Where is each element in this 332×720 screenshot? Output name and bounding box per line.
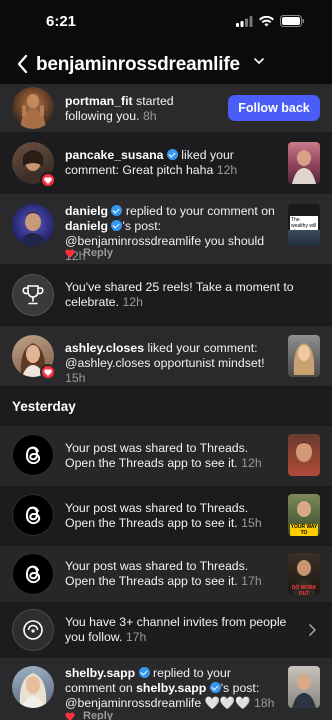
post-thumbnail[interactable] [288, 142, 320, 184]
follow-back-button[interactable]: Follow back [228, 95, 320, 121]
notification-text: ashley.closes liked your comment: @ashle… [65, 341, 265, 385]
heart-icon[interactable] [65, 712, 75, 720]
page-title[interactable]: benjaminrossdreamlife [36, 54, 240, 76]
notification-text: shelby.sapp replied to your comment on s… [65, 666, 275, 710]
header: benjaminrossdreamlife [0, 44, 332, 84]
chevron-down-icon[interactable] [254, 58, 264, 65]
notification-row[interactable]: shelby.sapp replied to your comment on s… [0, 658, 332, 720]
avatar[interactable] [12, 87, 54, 129]
verified-icon [166, 149, 178, 160]
post-thumbnail[interactable]: YOUR WAY TO [288, 494, 320, 536]
thumbnail-caption: YOUR WAY TO [290, 524, 318, 536]
timestamp: 12h [241, 456, 262, 470]
timestamp: 15h [65, 371, 86, 385]
notification-row[interactable]: Your post was shared to Threads. Open th… [0, 486, 332, 546]
post-thumbnail[interactable] [288, 666, 320, 708]
verified-icon [209, 682, 221, 693]
notification-text: Your post was shared to Threads. Open th… [65, 441, 262, 470]
heart-icon[interactable] [65, 248, 75, 258]
threads-icon [25, 506, 41, 525]
avatar [12, 274, 54, 316]
timestamp: 12h [122, 295, 143, 309]
notification-row[interactable]: danielg replied to your comment on danie… [0, 194, 332, 264]
status-bar: 6:21 [0, 0, 332, 44]
notification-row[interactable]: ashley.closes liked your comment: @ashle… [0, 326, 332, 386]
trophy-icon [22, 285, 44, 305]
post-thumbnail[interactable]: The wealthy will always recruit [288, 204, 320, 246]
threads-icon [25, 446, 41, 465]
notification-text: pancake_susana liked your comment: Great… [65, 148, 238, 177]
reply-button[interactable]: Reply [83, 247, 113, 259]
notification-text: Your post was shared to Threads. Open th… [65, 559, 262, 588]
avatar [12, 609, 54, 651]
username[interactable]: shelby.sapp [65, 666, 135, 680]
avatar[interactable] [12, 666, 54, 708]
back-button[interactable] [10, 50, 34, 78]
notification-text: Your post was shared to Threads. Open th… [65, 501, 262, 530]
username[interactable]: pancake_susana [65, 148, 163, 162]
avatar[interactable] [12, 204, 54, 246]
username[interactable]: portman_fit [65, 94, 133, 108]
channel-icon [23, 620, 43, 640]
username[interactable]: shelby.sapp [136, 681, 206, 695]
threads-icon [25, 565, 41, 584]
username[interactable]: danielg [65, 204, 108, 218]
verified-icon [111, 205, 123, 216]
username[interactable]: ashley.closes [65, 341, 144, 355]
timestamp: 17h [241, 574, 262, 588]
verified-icon [111, 220, 123, 231]
post-thumbnail[interactable] [288, 335, 320, 377]
notification-row[interactable]: Your post was shared to Threads. Open th… [0, 426, 332, 486]
notification-text: You have 3+ channel invites from people … [65, 615, 287, 644]
verified-icon [138, 667, 150, 678]
timestamp: 12h [216, 163, 238, 177]
post-thumbnail[interactable] [288, 434, 320, 476]
notifications-feed[interactable]: portman_fit started following you. 8h Fo… [0, 84, 332, 720]
thumbnail-caption: DO WORK OUT [291, 585, 317, 595]
chevron-right-icon[interactable] [309, 624, 316, 636]
signal-icon [236, 15, 253, 27]
timestamp: 17h [125, 630, 147, 644]
username[interactable]: danielg [65, 219, 108, 233]
section-title: Yesterday [12, 399, 76, 414]
chevron-left-icon [17, 55, 27, 73]
notification-row[interactable]: Your post was shared to Threads. Open th… [0, 546, 332, 602]
reply-button[interactable]: Reply [83, 710, 113, 720]
avatar [12, 494, 54, 536]
heart-icon [40, 172, 56, 188]
notification-row[interactable]: You've shared 25 reels! Take a moment to… [0, 264, 332, 326]
timestamp: 18h [253, 696, 275, 710]
avatar [12, 434, 54, 476]
notification-row[interactable]: pancake_susana liked your comment: Great… [0, 132, 332, 194]
timestamp: 15h [241, 516, 262, 530]
battery-icon [280, 15, 304, 27]
section-header: Yesterday [0, 386, 332, 426]
status-time: 6:21 [46, 13, 77, 30]
notification-text: You've shared 25 reels! Take a moment to… [65, 280, 294, 309]
heart-icon [40, 364, 56, 380]
notification-text: portman_fit started following you. 8h [65, 94, 174, 123]
timestamp: 8h [142, 109, 157, 123]
status-icons [236, 15, 304, 27]
reply-actions: Reply [65, 247, 113, 259]
wifi-icon [259, 15, 274, 26]
post-thumbnail[interactable]: DO WORK OUT [288, 553, 320, 595]
avatar [12, 553, 54, 595]
notification-row[interactable]: portman_fit started following you. 8h Fo… [0, 84, 332, 132]
reply-actions: Reply [65, 710, 113, 720]
notification-row[interactable]: You have 3+ channel invites from people … [0, 602, 332, 658]
